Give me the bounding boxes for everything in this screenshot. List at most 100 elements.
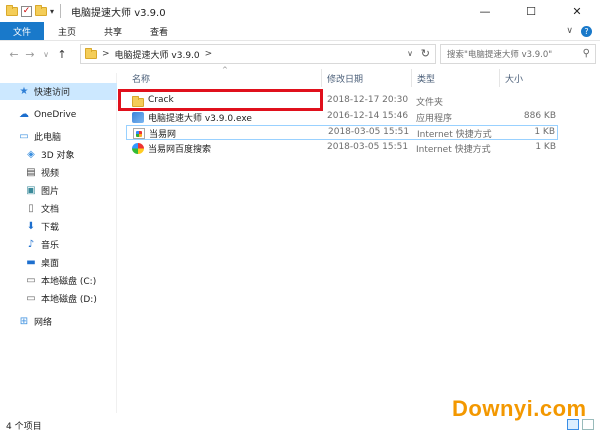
close-button[interactable]: ✕ [554,0,600,22]
sidebar-item-network[interactable]: ⊞ 网络 [0,313,117,330]
details-view-icon[interactable] [567,419,579,430]
sidebar-item-label: 本地磁盘 (C:) [41,277,97,287]
file-name: 当易网 [149,130,177,140]
url-shortcut-icon [133,128,145,139]
file-row-dangyi[interactable]: 当易网 2018-03-05 15:51 Internet 快捷方式 1 KB [126,125,558,140]
search-placeholder: 搜索"电脑提速大师 v3.9.0" [447,50,553,60]
recent-locations-button[interactable]: ∨ [38,50,54,59]
file-name: 电脑提速大师 v3.9.0.exe [148,114,252,124]
breadcrumb-separator[interactable]: > [205,49,213,59]
help-icon[interactable]: ? [581,25,592,37]
highlight-annotation [118,89,323,111]
sidebar-item-label: 网络 [34,318,53,328]
file-size: 1 KB [535,142,556,152]
sidebar-item-3d-objects[interactable]: ◈ 3D 对象 [0,146,117,163]
new-folder-icon[interactable] [35,4,47,16]
window-title: 电脑提速大师 v3.9.0 [71,7,166,19]
search-input[interactable]: 搜索"电脑提速大师 v3.9.0" ⚲ [440,44,596,64]
minimize-button[interactable]: — [462,0,508,22]
computer-icon: ▭ [19,131,29,142]
column-header-size[interactable]: 大小 [499,69,559,87]
maximize-button[interactable]: ☐ [508,0,554,22]
star-icon: ★ [19,86,29,97]
address-bar[interactable]: > 电脑提速大师 v3.9.0 > ∨ ↻ [80,44,436,64]
sidebar-item-label: 快速访问 [34,88,71,98]
column-header-modified[interactable]: 修改日期 [321,69,411,87]
sidebar-item-music[interactable]: ♪ 音乐 [0,236,117,253]
file-name: 当易网百度搜索 [148,145,212,155]
sidebar-item-label: 视频 [41,169,60,179]
breadcrumb-current[interactable]: 电脑提速大师 v3.9.0 [115,48,200,61]
address-dropdown-icon[interactable]: ∨ [407,49,413,58]
sidebar-item-label: 本地磁盘 (D:) [41,295,97,305]
sidebar-item-downloads[interactable]: ⬇ 下载 [0,218,117,235]
file-modified: 2018-03-05 15:51 [327,142,409,152]
desktop-icon: ▬ [26,257,36,268]
sidebar-item-label: 音乐 [41,241,60,251]
sidebar-item-label: 图片 [41,187,60,197]
drive-icon: ▭ [26,293,36,304]
back-button[interactable]: ← [6,48,22,61]
sidebar-item-videos[interactable]: ▤ 视频 [0,164,117,181]
sidebar-item-label: 文档 [41,205,60,215]
breadcrumb-separator[interactable]: > [102,49,110,59]
toolbar-divider [60,4,62,18]
ribbon-controls: ∨ ? [566,22,600,40]
sidebar-item-desktop[interactable]: ▬ 桌面 [0,254,117,271]
sidebar-item-label: 3D 对象 [41,151,75,161]
navigation-bar: ← → ∨ ↑ > 电脑提速大师 v3.9.0 > ∨ ↻ 搜索"电脑提速大师 … [0,41,600,67]
column-header-type[interactable]: 类型 [411,69,499,87]
file-row-dangyi-baidu[interactable]: 当易网百度搜索 2018-03-05 15:51 Internet 快捷方式 1… [126,141,558,156]
sidebar-item-documents[interactable]: ▯ 文档 [0,200,117,217]
file-modified: 2018-03-05 15:51 [328,127,410,137]
cube-icon: ◈ [27,149,35,160]
folder-icon [85,47,97,59]
column-header-name[interactable]: 名称 [126,69,321,87]
item-count: 4 个项目 [6,421,42,432]
sidebar-item-label: 桌面 [41,259,60,269]
search-icon[interactable]: ⚲ [583,48,590,59]
file-row-exe[interactable]: 电脑提速大师 v3.9.0.exe 2016-12-14 15:46 应用程序 … [126,110,558,125]
file-size: 886 KB [523,111,556,121]
window-controls: — ☐ ✕ [462,0,600,22]
file-modified: 2018-12-17 20:30 [327,95,409,105]
tab-file[interactable]: 文件 [0,22,45,40]
customize-toolbar-icon[interactable]: ▾ [50,7,54,16]
view-toggle [567,419,594,430]
file-size: 1 KB [534,127,555,137]
file-type: Internet 快捷方式 [417,130,492,140]
drive-icon: ▭ [26,275,36,286]
sidebar-item-this-pc[interactable]: ▭ 此电脑 [0,128,117,145]
network-icon: ⊞ [19,316,29,327]
sidebar-item-label: 下载 [41,223,60,233]
sidebar-item-drive-c[interactable]: ▭ 本地磁盘 (C:) [0,272,117,289]
tab-share[interactable]: 共享 [90,22,136,40]
large-icons-view-icon[interactable] [582,419,594,430]
file-type: 文件夹 [416,98,444,108]
sidebar-item-label: 此电脑 [34,133,62,143]
file-modified: 2016-12-14 15:46 [327,111,409,121]
sidebar-item-drive-d[interactable]: ▭ 本地磁盘 (D:) [0,290,117,307]
quick-access-toolbar: ✓ ▾ 电脑提速大师 v3.9.0 [0,4,166,19]
exe-icon [132,112,144,123]
url-shortcut-icon [132,143,144,154]
file-type: 应用程序 [416,114,453,124]
navigation-pane: ★ 快速访问 ☁ OneDrive ▭ 此电脑 ◈ 3D 对象 ▤ 视频 ▣ 图… [0,73,117,413]
tab-view[interactable]: 查看 [136,22,182,40]
music-icon: ♪ [27,239,35,250]
properties-check-icon[interactable]: ✓ [21,5,32,17]
up-button[interactable]: ↑ [54,48,70,61]
download-icon: ⬇ [26,221,36,232]
sidebar-item-label: OneDrive [34,109,77,120]
sidebar-item-pictures[interactable]: ▣ 图片 [0,182,117,199]
sidebar-item-onedrive[interactable]: ☁ OneDrive [0,106,117,123]
expand-ribbon-icon[interactable]: ∨ [566,26,573,36]
title-bar: ✓ ▾ 电脑提速大师 v3.9.0 — ☐ ✕ [0,0,600,22]
sidebar-item-quick-access[interactable]: ★ 快速访问 [0,83,117,100]
tab-home[interactable]: 主页 [44,22,90,40]
refresh-icon[interactable]: ↻ [421,47,430,60]
document-icon: ▯ [28,203,34,214]
forward-button[interactable]: → [22,48,38,61]
cloud-icon: ☁ [19,109,29,120]
file-type: Internet 快捷方式 [416,145,491,155]
